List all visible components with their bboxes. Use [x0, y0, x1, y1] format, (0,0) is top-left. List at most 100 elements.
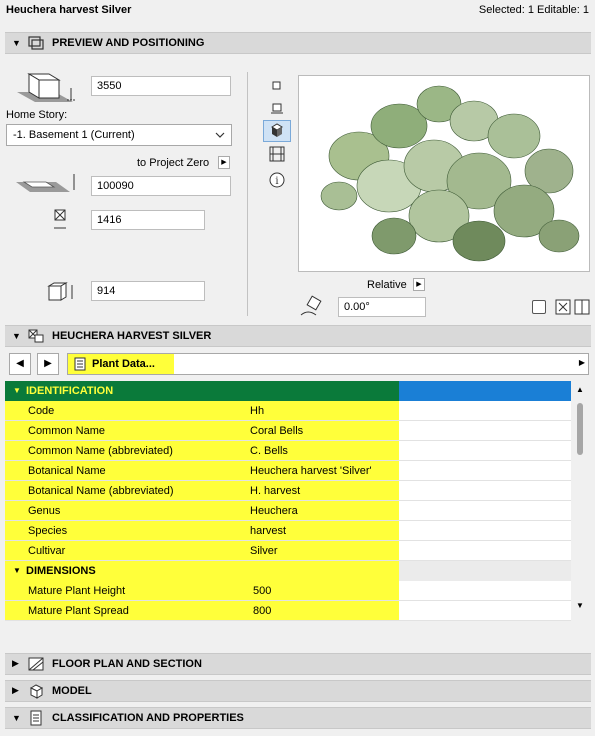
home-story-label: Home Story: [6, 109, 68, 121]
param-value[interactable]: Coral Bells [250, 425, 303, 437]
param-name: Species [28, 525, 68, 537]
group-label: DIMENSIONS [26, 565, 96, 577]
grid-row[interactable]: Common Name Coral Bells [5, 421, 571, 441]
info-icon: i [269, 172, 285, 188]
previous-page-button[interactable]: ◀ [9, 353, 31, 375]
grid-row[interactable]: Mature Plant Height 500 [5, 581, 571, 601]
section-object-settings[interactable]: ▼ HEUCHERA HARVEST SILVER [5, 325, 591, 347]
heuchera-plant-illustration [320, 85, 580, 262]
grid-row[interactable]: Mature Plant Spread 800 [5, 601, 571, 621]
plan-view-icon [272, 81, 281, 90]
expand-triangle-icon[interactable]: ▶ [12, 686, 19, 695]
to-project-zero-arrow-icon[interactable]: ▶ [218, 156, 230, 169]
param-name: Code [28, 405, 55, 417]
grid-scrollbar[interactable]: ▲ ▼ [571, 381, 589, 621]
parameter-grid[interactable]: ▼ IDENTIFICATION Code Hh Common Name Coral… [5, 381, 571, 621]
relative-arrow-icon[interactable]: ▶ [413, 278, 425, 291]
grid-row[interactable]: Cultivar Silver [5, 541, 571, 561]
mirror-checkbox[interactable] [532, 300, 546, 314]
page-selector-label: Plant Data... [92, 358, 155, 370]
object-settings-icon [28, 329, 44, 343]
param-name: Common Name (abbreviated) [28, 445, 173, 457]
section-label: MODEL [52, 685, 92, 697]
home-story-select[interactable]: -1. Basement 1 (Current) [6, 124, 232, 146]
section-floor-plan[interactable]: ▶ FLOOR PLAN AND SECTION [5, 653, 591, 675]
param-name: Mature Plant Spread [28, 605, 129, 617]
selection-status: Selected: 1 Editable: 1 [478, 4, 589, 16]
elevation-input[interactable]: 100090 [91, 176, 231, 196]
width-input[interactable]: 1416 [91, 210, 205, 230]
object-height-icon [17, 73, 75, 102]
param-name: Common Name [28, 425, 106, 437]
grid-row[interactable]: Species harvest [5, 521, 571, 541]
view-side-button[interactable] [263, 98, 291, 120]
scroll-up-icon[interactable]: ▲ [576, 385, 584, 394]
side-view-icon [271, 103, 283, 114]
param-value[interactable]: H. harvest [250, 485, 300, 497]
section-preview-positioning[interactable]: ▼ PREVIEW AND POSITIONING [5, 32, 591, 54]
plant-preview-image [298, 75, 590, 272]
height-input[interactable]: 3550 [91, 76, 231, 96]
param-name: Botanical Name (abbreviated) [28, 485, 174, 497]
scroll-thumb[interactable] [577, 403, 583, 455]
grid-row[interactable]: Common Name (abbreviated) C. Bells [5, 441, 571, 461]
width-icon [54, 209, 66, 229]
depth-input[interactable]: 914 [91, 281, 205, 301]
group-identification[interactable]: ▼ IDENTIFICATION [5, 381, 571, 401]
scroll-down-icon[interactable]: ▼ [576, 601, 584, 610]
param-value[interactable]: Hh [250, 405, 264, 417]
to-project-zero-label: to Project Zero [137, 157, 210, 169]
classification-icon [30, 710, 42, 726]
view-plan-button[interactable] [263, 75, 291, 97]
view-3d-button[interactable] [263, 120, 291, 142]
collapse-triangle-icon[interactable]: ▼ [12, 332, 21, 341]
page-selector[interactable]: Plant Data... ▶ [67, 353, 589, 375]
grid-row[interactable]: Code Hh [5, 401, 571, 421]
param-value[interactable]: 800 [253, 605, 271, 617]
param-value[interactable]: harvest [250, 525, 286, 537]
rotation-angle-icon [300, 295, 322, 316]
group-triangle-icon: ▼ [13, 386, 21, 395]
section-label: CLASSIFICATION AND PROPERTIES [52, 712, 244, 724]
group-label: IDENTIFICATION [26, 385, 114, 397]
mirror-x-icon[interactable] [555, 299, 571, 315]
preview-positioning-icon [28, 36, 44, 50]
info-button[interactable]: i [263, 169, 291, 191]
section-label: PREVIEW AND POSITIONING [52, 37, 205, 49]
svg-text:i: i [275, 176, 278, 187]
view-section-button[interactable] [263, 144, 291, 166]
grid-row[interactable]: Botanical Name (abbreviated) H. harvest [5, 481, 571, 501]
next-page-button[interactable]: ▶ [37, 353, 59, 375]
section-model[interactable]: ▶ MODEL [5, 680, 591, 702]
vertical-divider [247, 72, 248, 316]
param-value[interactable]: C. Bells [250, 445, 288, 457]
section-label: HEUCHERA HARVEST SILVER [52, 330, 212, 342]
page-list-icon [74, 357, 86, 371]
section-classification[interactable]: ▼ CLASSIFICATION AND PROPERTIES [5, 707, 591, 729]
film-strip-icon [269, 146, 285, 162]
param-value[interactable]: 500 [253, 585, 271, 597]
group-row-background [399, 561, 571, 581]
collapse-triangle-icon[interactable]: ▼ [12, 39, 21, 48]
cube-3d-icon [271, 123, 283, 137]
elevation-icon [16, 174, 75, 192]
grid-row[interactable]: Botanical Name Heuchera harvest 'Silver' [5, 461, 571, 481]
group-selection-highlight [399, 381, 571, 401]
param-value[interactable]: Silver [250, 545, 278, 557]
param-name: Genus [28, 505, 61, 517]
param-value[interactable]: Heuchera [250, 505, 298, 517]
collapse-triangle-icon[interactable]: ▼ [12, 714, 21, 723]
param-name: Botanical Name [28, 465, 106, 477]
group-triangle-icon: ▼ [13, 566, 21, 575]
angle-input[interactable]: 0.00° [338, 297, 426, 317]
grid-row[interactable]: Genus Heuchera [5, 501, 571, 521]
model-cube-icon [29, 684, 44, 699]
group-dimensions[interactable]: ▼ DIMENSIONS [5, 561, 571, 581]
mirror-y-icon[interactable] [574, 299, 590, 315]
relative-label: Relative [367, 279, 407, 291]
expand-triangle-icon[interactable]: ▶ [12, 659, 19, 668]
home-story-value: -1. Basement 1 (Current) [13, 129, 135, 141]
section-label: FLOOR PLAN AND SECTION [52, 658, 202, 670]
chevron-down-icon [215, 132, 225, 138]
param-value[interactable]: Heuchera harvest 'Silver' [250, 465, 372, 477]
